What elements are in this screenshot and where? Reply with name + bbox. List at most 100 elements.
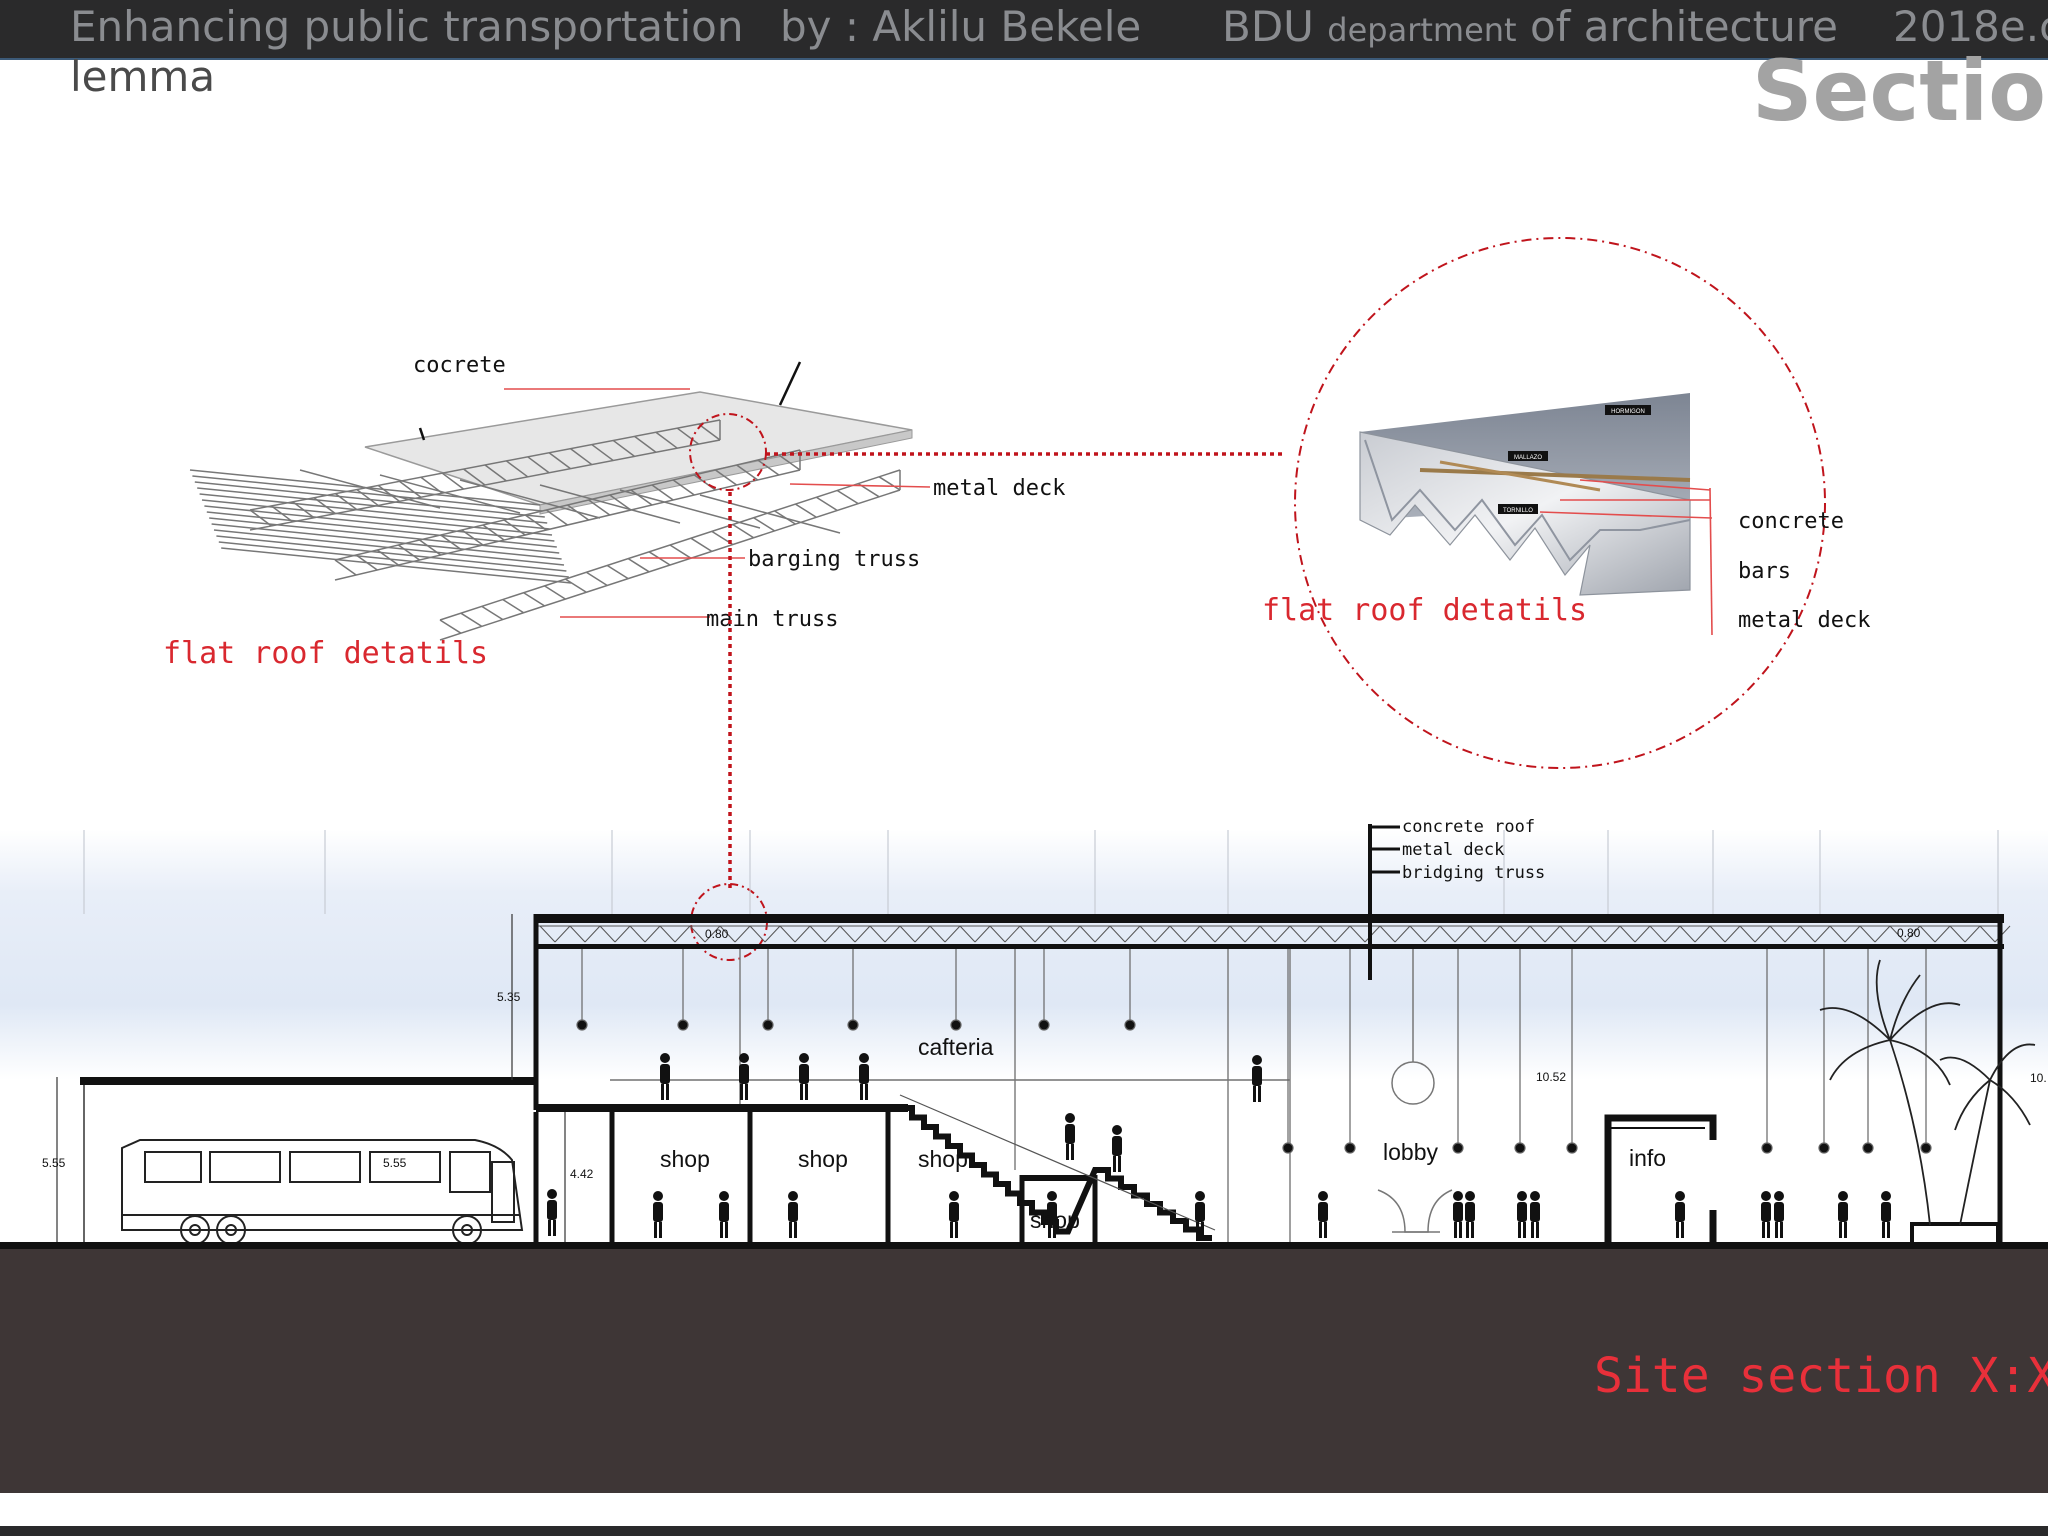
pendant-light (1038, 1019, 1050, 1031)
person-leg (720, 1222, 723, 1238)
pendant-light (762, 1019, 774, 1031)
site-section-caption: Site section X:X (1594, 1348, 2048, 1404)
person-leg (1775, 1222, 1778, 1238)
bus-shelter-roof (80, 1077, 538, 1085)
pendant-light (1282, 1142, 1294, 1154)
person-leg (1454, 1222, 1457, 1238)
person-leg (1196, 1222, 1199, 1238)
person-leg (1523, 1222, 1526, 1238)
label-bars: bars (1738, 559, 1791, 584)
person-head (660, 1053, 670, 1063)
roof-isometric-detail (189, 361, 913, 641)
pendant-light (1124, 1019, 1136, 1031)
person-torso (859, 1064, 869, 1084)
pendant-light (1920, 1142, 1932, 1154)
dim-roof-depth-left: 0.80 (705, 927, 729, 941)
person-torso (1453, 1202, 1463, 1222)
person-torso (653, 1202, 663, 1222)
truss-web (690, 537, 713, 552)
main-roof-slab (536, 914, 2004, 923)
dim-upper-height: 5.35 (497, 990, 521, 1004)
person-leg (745, 1084, 748, 1100)
pendant-light (677, 1019, 689, 1031)
person-torso (1675, 1202, 1685, 1222)
person-torso (1318, 1202, 1328, 1222)
person-leg (659, 1222, 662, 1238)
person-leg (1319, 1222, 1322, 1238)
pendant-light (1344, 1142, 1356, 1154)
person-leg (548, 1220, 551, 1236)
person-head (1465, 1191, 1475, 1201)
info-booth (1604, 1114, 1717, 1245)
person-torso (1838, 1202, 1848, 1222)
callout-metal-deck: metal deck (1402, 840, 1504, 860)
dim-bus-height: 5.55 (383, 1156, 407, 1170)
person-leg (800, 1084, 803, 1100)
person-torso (719, 1202, 729, 1222)
footer-bar (0, 1526, 2048, 1536)
person-leg (661, 1084, 664, 1100)
pendant-light (1862, 1142, 1874, 1154)
person-leg (794, 1222, 797, 1238)
truss-web (878, 476, 901, 491)
person-head (719, 1191, 729, 1201)
person-leg (1780, 1222, 1783, 1238)
truss-web (545, 509, 568, 526)
person-leg (1258, 1086, 1261, 1102)
person-head (1195, 1191, 1205, 1201)
section-drawing: cocrete metal deck barging truss main tr… (0, 237, 2048, 1493)
person-leg (553, 1220, 556, 1236)
pendant-light (1761, 1142, 1773, 1154)
person-torso (739, 1064, 749, 1084)
detail-tag-3: TORNILLO (1503, 508, 1533, 514)
person-leg (1767, 1222, 1770, 1238)
person-head (859, 1053, 869, 1063)
person-head (1252, 1055, 1262, 1065)
pendant-light (576, 1019, 588, 1031)
truss-web (815, 496, 838, 512)
dim-lower-height: 4.42 (570, 1167, 594, 1181)
truss-web (669, 544, 692, 559)
truss-web (460, 612, 483, 627)
label-main-truss: main truss (706, 607, 838, 632)
person-leg (1324, 1222, 1327, 1238)
person-leg (1839, 1222, 1842, 1238)
room-label-shop-2: shop (798, 1146, 848, 1172)
person-leg (950, 1222, 953, 1238)
person-leg (1113, 1156, 1116, 1172)
mezzanine-slab (536, 1104, 908, 1112)
truss-web (606, 564, 629, 580)
person-leg (1118, 1156, 1121, 1172)
person-head (1881, 1191, 1891, 1201)
person-head (1675, 1191, 1685, 1201)
person-head (1065, 1113, 1075, 1123)
truss-web (334, 559, 357, 576)
person-torso (1517, 1202, 1527, 1222)
person-leg (805, 1084, 808, 1100)
truss-web (585, 571, 608, 587)
person-head (788, 1191, 798, 1201)
person-leg (1071, 1144, 1074, 1160)
truss-web (356, 488, 379, 507)
person-head (653, 1191, 663, 1201)
truss-web (502, 598, 525, 614)
person-torso (1112, 1136, 1122, 1156)
person-torso (660, 1064, 670, 1084)
truss-web (482, 524, 505, 541)
person-leg (1066, 1144, 1069, 1160)
person-head (1318, 1191, 1328, 1201)
person-head (1774, 1191, 1784, 1201)
person-leg (725, 1222, 728, 1238)
person-head (1761, 1191, 1771, 1201)
person-torso (1774, 1202, 1784, 1222)
person-torso (788, 1202, 798, 1222)
person-leg (1887, 1222, 1890, 1238)
person-leg (666, 1084, 669, 1100)
person-head (1838, 1191, 1848, 1201)
label-concrete-left: cocrete (413, 353, 506, 378)
person-leg (1882, 1222, 1885, 1238)
person-torso (799, 1064, 809, 1084)
detail-tag-1: HORMIGON (1611, 409, 1645, 415)
truss-web (732, 523, 755, 539)
truss-web (397, 544, 420, 561)
